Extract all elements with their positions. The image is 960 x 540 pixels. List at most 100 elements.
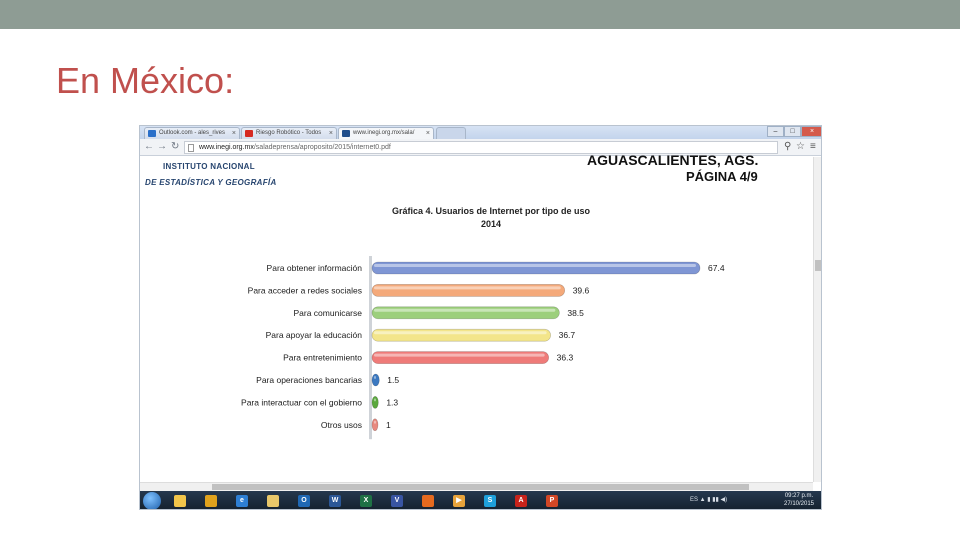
windows-taskbar: e O W X V ▶ S A P ES ▲ ▮ ▮▮ ◀) 09:27 p.m. 27/10/…	[140, 491, 821, 509]
outlook-favicon	[148, 130, 156, 137]
vertical-scroll-thumb[interactable]	[815, 260, 821, 271]
word-taskbar-button[interactable]: W	[324, 493, 346, 509]
start-button[interactable]	[143, 492, 161, 509]
chart-category-label: Para obtener información	[267, 263, 363, 273]
clock-time: 09:27 p.m.	[784, 493, 814, 499]
menu-icon[interactable]: ≡	[810, 140, 816, 153]
slide-title: En México:	[56, 60, 235, 101]
file-folder-icon	[267, 495, 279, 507]
chart-category-label: Para acceder a redes sociales	[248, 285, 362, 295]
tab-outlook[interactable]: Outlook.com - ales_rives ×	[144, 127, 240, 139]
window-controls: – □ ×	[767, 126, 821, 137]
windows-explorer-icon	[174, 495, 186, 507]
new-tab-button[interactable]	[436, 127, 466, 139]
chart-bar	[371, 306, 560, 320]
tab-close-icon[interactable]: ×	[232, 128, 236, 139]
chart-category-label: Otros usos	[321, 420, 362, 430]
back-arrow-icon[interactable]: ←	[144, 141, 154, 153]
chart-category-label: Para operaciones bancarias	[256, 375, 362, 385]
chart-bar	[371, 396, 379, 409]
chart-data-label: 1.5	[387, 375, 399, 385]
chart-bar	[371, 284, 566, 297]
chrome-icon	[205, 495, 217, 507]
chart-bar-highlight	[374, 353, 545, 357]
chart-bars: Para obtener información 67.4 Para acceder…	[241, 256, 725, 440]
taskbar-clock[interactable]: 09:27 p.m. 27/10/2015	[780, 492, 818, 508]
bookmark-star-icon[interactable]: ☆	[796, 140, 805, 153]
zoom-icon[interactable]: ⚲	[784, 140, 791, 153]
chart-data-label: 39.6	[573, 285, 590, 295]
horizontal-scroll-thumb[interactable]	[212, 484, 749, 490]
chart-bar-highlight	[374, 308, 556, 312]
tab-label: Riesgo Robótico - Todos	[256, 130, 322, 136]
tab-label: www.inegi.org.mx/sala/	[353, 130, 415, 136]
media-player-taskbar-button[interactable]: ▶	[448, 493, 470, 509]
inegi-favicon	[342, 130, 350, 137]
pdf-page: AGUASCALIENTES, AGS. PÁGINA 4/9 INSTITUT…	[140, 152, 813, 477]
browser-tab-strip: Outlook.com - ales_rives × Riesgo Robóti…	[140, 126, 821, 139]
chart-bar-highlight	[374, 398, 376, 402]
chart-category-label: Para interactuar con el gobierno	[241, 397, 362, 407]
chart-bar	[371, 418, 379, 432]
visio-taskbar-button[interactable]: V	[386, 493, 408, 509]
powerpoint-icon: P	[546, 495, 558, 507]
url-path: /saladeprensa/aproposito/2015/internet0.…	[253, 144, 391, 151]
vertical-scrollbar[interactable]	[813, 157, 821, 482]
browser-screenshot: Outlook.com - ales_rives × Riesgo Robóti…	[139, 125, 822, 510]
chrome-taskbar-button[interactable]	[200, 493, 222, 509]
system-tray[interactable]: ES ▲ ▮ ▮▮ ◀)	[690, 495, 727, 506]
tab-close-icon[interactable]: ×	[329, 128, 333, 139]
slide-top-band	[0, 0, 960, 29]
maximize-button[interactable]: □	[784, 126, 801, 137]
forward-arrow-icon[interactable]: →	[157, 141, 167, 153]
chart-bar-highlight	[374, 286, 561, 290]
excel-taskbar-button[interactable]: X	[355, 493, 377, 509]
powerpoint-taskbar-button[interactable]: P	[541, 493, 563, 509]
firefox-taskbar-button[interactable]	[417, 493, 439, 509]
skype-taskbar-button[interactable]: S	[479, 493, 501, 509]
chart-category-label: Para entretenimiento	[283, 353, 362, 363]
file-folder-taskbar-button[interactable]	[262, 493, 284, 509]
internet-explorer-taskbar-button[interactable]: e	[231, 493, 253, 509]
windows-explorer-taskbar-button[interactable]	[169, 493, 191, 509]
clock-date: 27/10/2015	[783, 501, 815, 507]
chart-subtitle: 2014	[481, 219, 501, 229]
chart-bar	[371, 373, 380, 387]
minimize-button[interactable]: –	[767, 126, 784, 137]
chart-bar-highlight	[374, 331, 547, 335]
usage-bar-chart: Gráfica 4. Usuarios de Internet por tipo…	[241, 206, 725, 440]
outlook-taskbar-button[interactable]: O	[293, 493, 315, 509]
close-window-button[interactable]: ×	[801, 126, 821, 137]
tab-close-icon[interactable]: ×	[426, 128, 430, 139]
chart-axis-line	[369, 256, 372, 440]
chart-bar	[371, 261, 701, 275]
chart-data-label: 67.4	[708, 263, 725, 273]
chart-bar-highlight	[374, 376, 376, 379]
acrobat-icon: A	[515, 495, 527, 507]
tab-label: Outlook.com - ales_rives	[159, 130, 226, 136]
chart-bar-highlight	[374, 420, 376, 424]
skype-icon: S	[484, 495, 496, 507]
chart-data-label: 1.3	[386, 397, 398, 407]
visio-icon: V	[391, 495, 403, 507]
tab-inegi[interactable]: www.inegi.org.mx/sala/ ×	[338, 127, 434, 139]
excel-icon: X	[360, 495, 372, 507]
horizontal-scrollbar[interactable]	[140, 482, 813, 491]
firefox-icon	[422, 495, 434, 507]
chart-data-label: 38.5	[567, 308, 584, 318]
word-icon: W	[329, 495, 341, 507]
chart-category-label: Para comunicarse	[293, 308, 362, 318]
acrobat-taskbar-button[interactable]: A	[510, 493, 532, 509]
chart-bar-highlight	[374, 264, 696, 267]
outlook-icon: O	[298, 495, 310, 507]
chart-category-label: Para apoyar la educación	[266, 330, 363, 340]
page-icon	[188, 144, 194, 152]
url-host: www.inegi.org.mx	[199, 144, 254, 151]
youtube-favicon	[245, 130, 253, 137]
tab-youtube[interactable]: Riesgo Robótico - Todos ×	[241, 127, 337, 139]
slide: En México: Outlook.com - ales_rives × Ri…	[0, 0, 960, 540]
reload-icon[interactable]: ↻	[171, 141, 179, 153]
chart-bar	[371, 351, 549, 364]
chart-data-label: 36.3	[557, 353, 574, 363]
media-player-icon: ▶	[453, 495, 465, 507]
